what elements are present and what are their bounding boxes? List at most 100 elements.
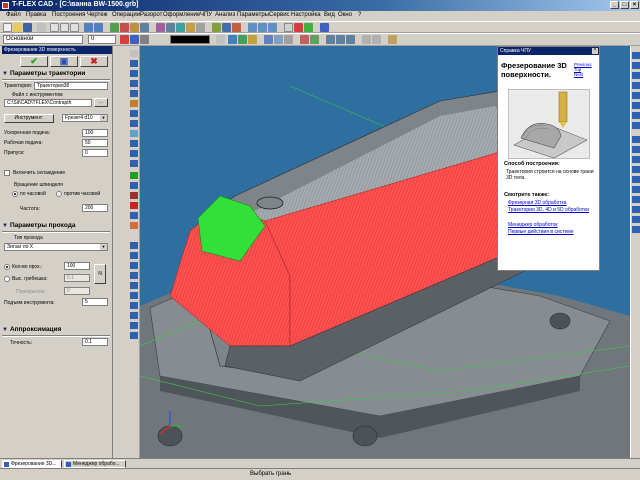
menu-design[interactable]: Оформление [163, 12, 200, 18]
menu-view[interactable]: Вид [324, 12, 335, 18]
menu-cnc[interactable]: ЧПУ [200, 12, 212, 18]
tool-button[interactable]: Инструмент: [4, 114, 54, 123]
boolean-icon[interactable] [212, 23, 221, 32]
menu-file[interactable]: Файл [6, 12, 21, 18]
scale-icon[interactable] [130, 160, 138, 167]
tool-select[interactable]: Fрезеr4 d10 ▼ [62, 114, 108, 122]
view-back-icon[interactable] [632, 156, 640, 163]
line-icon[interactable] [130, 60, 138, 67]
view-bottom-icon[interactable] [632, 166, 640, 173]
help-icon[interactable] [320, 23, 329, 32]
cooling-checkbox[interactable] [4, 170, 10, 176]
allowance-field[interactable]: 0 [82, 149, 108, 157]
delete-icon[interactable] [130, 202, 138, 209]
extrude-icon[interactable] [186, 23, 195, 32]
paste-icon[interactable] [70, 23, 79, 32]
block-icon[interactable] [130, 262, 138, 269]
cnc-icon[interactable] [294, 23, 303, 32]
menu-operations[interactable]: Операции [112, 12, 140, 18]
chamfer-icon[interactable] [232, 23, 241, 32]
help-link-first-steps[interactable]: Первые действия в системе [508, 229, 598, 235]
menu-window[interactable]: Окно [338, 12, 352, 18]
menu-analysis[interactable]: Анализ [215, 12, 235, 18]
grid-icon[interactable] [284, 23, 293, 32]
note-icon[interactable] [130, 302, 138, 309]
help-link-trajectories[interactable]: Траектории 3D, 4D и 5D обработки [508, 207, 598, 213]
color-icon[interactable] [120, 35, 129, 44]
measure-icon[interactable] [248, 35, 257, 44]
mirror-icon[interactable] [130, 130, 138, 137]
perspective-icon[interactable] [632, 216, 640, 223]
array-icon[interactable] [130, 140, 138, 147]
section-icon[interactable] [300, 35, 309, 44]
light-icon[interactable] [310, 35, 319, 44]
hatch-tool-icon[interactable] [130, 272, 138, 279]
move-icon[interactable] [130, 150, 138, 157]
view-iso-icon[interactable] [346, 35, 355, 44]
simulate-icon[interactable] [130, 222, 138, 229]
render-icon[interactable] [632, 186, 640, 193]
tab-milling[interactable]: Фрезерование 3D... [2, 460, 62, 468]
rotate-view-icon[interactable] [632, 102, 640, 109]
arc-tool-icon[interactable] [130, 23, 139, 32]
tool-file-path[interactable]: C:\Sit\CAD\TFLEX\Сontrapth [4, 99, 92, 107]
menu-service[interactable]: Сервис [269, 12, 290, 18]
polyline-icon[interactable] [130, 70, 138, 77]
close-button[interactable]: × [630, 1, 639, 9]
drill-icon[interactable] [130, 192, 138, 199]
trajectory-field[interactable]: Траектория38 [34, 82, 108, 90]
zoom-all-icon[interactable] [632, 82, 640, 89]
minimize-button[interactable]: _ [610, 1, 619, 9]
spline-icon[interactable] [130, 100, 138, 107]
help-link-next[interactable]: Next [574, 72, 600, 77]
spindle-ccw-radio[interactable] [56, 191, 62, 197]
tool-path-icon[interactable] [130, 182, 138, 189]
feed-work-field[interactable]: 50 [82, 139, 108, 147]
zoom-out-icon[interactable] [632, 62, 640, 69]
new-icon[interactable] [3, 23, 12, 32]
table-icon[interactable] [130, 312, 138, 319]
print-icon[interactable] [37, 23, 46, 32]
view-top-icon[interactable] [336, 35, 345, 44]
height-field[interactable]: 0.1 [64, 274, 90, 282]
3d-view-icon[interactable] [176, 23, 185, 32]
redraw-icon[interactable] [632, 122, 640, 129]
linestyle-icon[interactable] [130, 35, 139, 44]
check-icon[interactable] [130, 172, 138, 179]
ok-button[interactable]: ✔ [20, 56, 48, 67]
pan-icon[interactable] [258, 23, 267, 32]
line-tool-icon[interactable] [110, 23, 119, 32]
shade-icon[interactable] [264, 35, 273, 44]
help-close-button[interactable]: × [592, 48, 598, 54]
filter-icon[interactable] [238, 35, 247, 44]
height-radio[interactable] [4, 276, 10, 282]
view-front-icon[interactable] [326, 35, 335, 44]
accuracy-field[interactable]: 0.1 [82, 338, 108, 346]
menu-unfold[interactable]: Разорот [140, 12, 162, 18]
copy-icon[interactable] [60, 23, 69, 32]
view-right-icon[interactable] [632, 146, 640, 153]
save-params-button[interactable]: ▣ [50, 56, 78, 67]
value-field[interactable]: 0 [88, 35, 116, 44]
freq-field[interactable]: 200 [82, 204, 108, 212]
count-field[interactable]: 100 [64, 262, 90, 270]
section-approx[interactable]: ▼ Аппроксимация [2, 326, 61, 335]
zoom-icon[interactable] [248, 23, 257, 32]
color-select[interactable] [170, 35, 210, 44]
edges-icon[interactable] [632, 196, 640, 203]
overlap-field[interactable]: 0 [64, 287, 90, 295]
open-icon[interactable] [13, 23, 22, 32]
rotate-icon[interactable] [196, 23, 205, 32]
pass-type-select[interactable]: Зигзаг по X ▼ [4, 243, 108, 251]
maximize-button[interactable]: □ [620, 1, 629, 9]
spindle-cw-radio[interactable] [12, 191, 18, 197]
wire-icon[interactable] [274, 35, 283, 44]
properties-icon[interactable] [388, 35, 397, 44]
tab-manager[interactable]: Менеджер обрабо... [64, 460, 126, 468]
text-tool-icon[interactable] [140, 23, 149, 32]
arc-icon[interactable] [130, 90, 138, 97]
fit-icon[interactable] [268, 23, 277, 32]
zoom-in-icon[interactable] [632, 52, 640, 59]
toolpath-icon[interactable] [304, 23, 313, 32]
help-link-manager[interactable]: Менеджер обработок [508, 222, 598, 228]
